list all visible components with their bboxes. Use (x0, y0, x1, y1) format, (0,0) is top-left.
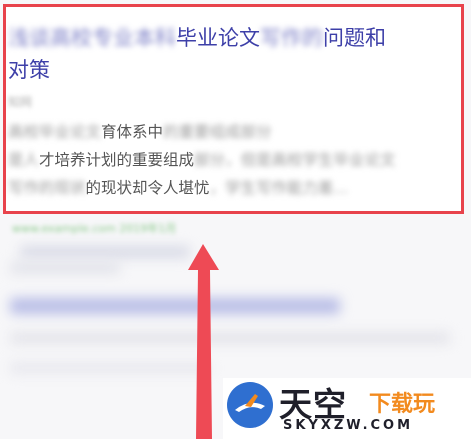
watermark: 天空 下载玩 SKYXZW.COM (223, 378, 471, 439)
watermark-domain: SKYXZW.COM (283, 418, 414, 433)
watermark-sub: 下载玩 (369, 392, 436, 417)
red-arrow-annotation (188, 244, 219, 439)
arrow-shape (188, 244, 219, 439)
plane-logo-icon (227, 382, 273, 428)
